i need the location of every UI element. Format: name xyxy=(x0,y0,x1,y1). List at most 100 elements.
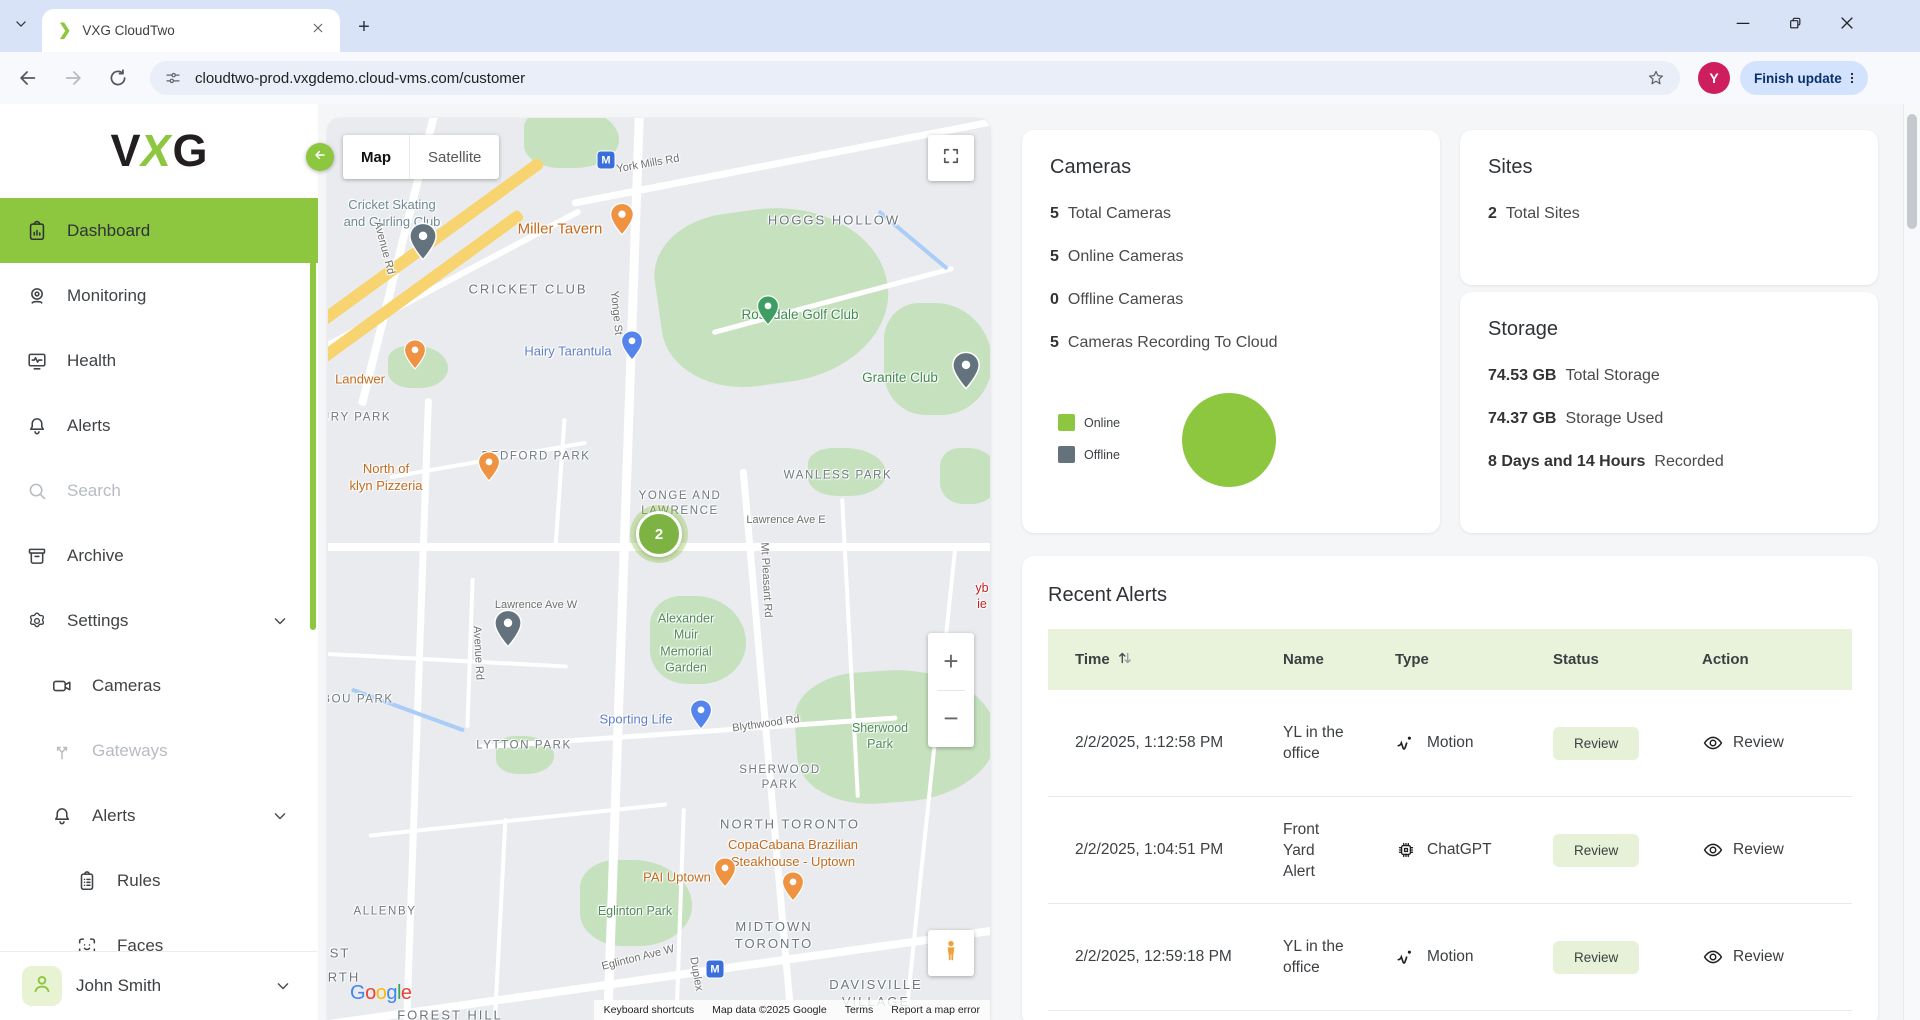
sidebar-item-label: Alerts xyxy=(67,416,110,436)
archive-icon xyxy=(26,545,48,567)
alert-time: 2/2/2025, 1:12:58 PM xyxy=(1048,734,1283,752)
pegman-button[interactable] xyxy=(928,930,974,976)
sidebar-collapse-button[interactable] xyxy=(306,143,334,171)
sidebar-item-archive[interactable]: Archive xyxy=(0,523,318,588)
storage-stat: 8 Days and 14 HoursRecorded xyxy=(1488,451,1850,473)
dashboard-icon xyxy=(26,220,48,242)
map-attribution-link[interactable]: Report a map error xyxy=(891,1004,980,1016)
map-pin-icon[interactable] xyxy=(756,295,780,326)
sidebar-item-gateways[interactable]: Gateways xyxy=(0,718,318,783)
page-scrollbar-thumb[interactable] xyxy=(1907,114,1917,229)
metro-station-icon[interactable]: M xyxy=(706,960,725,979)
browser-tab[interactable]: ❯ VXG CloudTwo xyxy=(42,9,340,52)
chevron-down-icon[interactable] xyxy=(270,806,290,826)
bell-icon xyxy=(26,415,48,437)
profile-avatar[interactable]: Y xyxy=(1698,62,1730,94)
map-label: ST xyxy=(330,946,351,963)
alert-action[interactable]: Review xyxy=(1702,732,1852,754)
page-scrollbar[interactable] xyxy=(1903,104,1920,1020)
map-pin-icon[interactable] xyxy=(609,202,635,236)
window-minimize-button[interactable] xyxy=(1719,0,1767,50)
sort-icon[interactable] xyxy=(1116,649,1134,671)
map-pin-icon[interactable] xyxy=(713,857,737,888)
camera-cluster-marker[interactable]: 2 xyxy=(636,511,682,557)
tab-close-icon[interactable] xyxy=(308,21,328,41)
address-bar[interactable]: cloudtwo-prod.vxgdemo.cloud-vms.com/cust… xyxy=(150,61,1680,95)
back-button[interactable] xyxy=(17,67,39,89)
sidebar: VXG DashboardMonitoringHealthAlertsSearc… xyxy=(0,104,319,1020)
map-pin-icon[interactable] xyxy=(620,330,644,361)
window-close-button[interactable] xyxy=(1823,0,1871,50)
map-pin-icon[interactable] xyxy=(951,351,981,390)
chevron-down-icon xyxy=(273,976,293,996)
legend-item-online: Online xyxy=(1058,414,1120,431)
site-info-icon[interactable] xyxy=(164,69,182,87)
map-pin-icon[interactable] xyxy=(689,699,713,730)
satellite-button[interactable]: Satellite xyxy=(409,135,499,179)
reload-button[interactable] xyxy=(107,67,129,89)
sidebar-scrollbar-thumb[interactable] xyxy=(310,200,316,630)
storage-card-title: Storage xyxy=(1488,318,1850,341)
new-tab-button[interactable]: + xyxy=(352,15,376,39)
legend-swatch xyxy=(1058,446,1075,463)
finish-update-label: Finish update xyxy=(1754,71,1844,86)
zoom-out-button[interactable]: − xyxy=(928,691,974,748)
motion-icon xyxy=(1395,946,1417,968)
user-menu[interactable]: John Smith xyxy=(0,951,317,1020)
sidebar-item-search[interactable]: Search xyxy=(0,458,318,523)
alert-row: 2/2/2025, 1:12:58 PMYL in the officeMoti… xyxy=(1048,690,1852,797)
sidebar-item-label: Health xyxy=(67,351,116,371)
alert-name-text: Front Yard Alert xyxy=(1283,819,1349,882)
forward-button[interactable] xyxy=(62,67,84,89)
alert-type: Motion xyxy=(1395,946,1553,968)
metro-station-icon[interactable]: M xyxy=(597,151,616,170)
map-pin-icon[interactable] xyxy=(781,871,805,902)
recent-alerts-title: Recent Alerts xyxy=(1048,584,1852,607)
sidebar-item-faces[interactable]: Faces xyxy=(0,913,318,952)
google-logo: Google xyxy=(350,982,412,1005)
rules-icon xyxy=(76,870,98,892)
zoom-in-button[interactable]: + xyxy=(928,633,974,690)
map-button[interactable]: Map xyxy=(343,135,409,179)
window-restore-button[interactable] xyxy=(1771,0,1819,50)
review-button[interactable]: Review xyxy=(1553,727,1639,760)
sidebar-item-health[interactable]: Health xyxy=(0,328,318,393)
browser-menu-icon[interactable] xyxy=(1844,69,1860,87)
review-button[interactable]: Review xyxy=(1553,834,1639,867)
chevron-down-icon[interactable] xyxy=(270,611,290,631)
review-button[interactable]: Review xyxy=(1553,941,1639,974)
alert-time: 2/2/2025, 12:59:18 PM xyxy=(1048,948,1283,966)
sidebar-item-label: Alerts xyxy=(92,806,135,826)
camera-icon xyxy=(51,675,73,697)
sidebar-item-label: Dashboard xyxy=(67,221,150,241)
sidebar-item-cameras[interactable]: Cameras xyxy=(0,653,318,718)
arrow-left-icon xyxy=(312,147,328,168)
map-pin-icon[interactable] xyxy=(477,451,501,482)
alerts-table-header: TimeNameTypeStatusAction xyxy=(1048,629,1852,690)
map-pin-icon[interactable] xyxy=(403,339,427,370)
sidebar-item-monitoring[interactable]: Monitoring xyxy=(0,263,318,328)
tab-title: VXG CloudTwo xyxy=(82,23,308,38)
sidebar-item-settings[interactable]: Settings xyxy=(0,588,318,653)
map-pin-icon[interactable] xyxy=(408,222,438,261)
sidebar-item-rules[interactable]: Rules xyxy=(0,848,318,913)
sidebar-item-dashboard[interactable]: Dashboard xyxy=(0,198,318,263)
map-pin-icon[interactable] xyxy=(493,609,523,648)
alert-action[interactable]: Review xyxy=(1702,946,1852,968)
sidebar-item-alerts[interactable]: Alerts xyxy=(0,393,318,458)
monitoring-icon xyxy=(26,285,48,307)
map-attribution-link[interactable]: Terms xyxy=(845,1004,874,1016)
tab-search-button[interactable] xyxy=(8,13,34,39)
map-label: FOREST HILL xyxy=(397,1008,503,1020)
map-fullscreen-button[interactable] xyxy=(928,135,974,181)
cameras-stat: 5Online Cameras xyxy=(1050,246,1412,268)
alert-action[interactable]: Review xyxy=(1702,839,1852,861)
finish-update-button[interactable]: Finish update xyxy=(1740,61,1868,95)
column-header-time[interactable]: Time xyxy=(1048,649,1283,671)
map-attribution-link[interactable]: Keyboard shortcuts xyxy=(604,1004,694,1016)
chevron-down-icon xyxy=(14,17,28,36)
map-canvas[interactable]: Cricket Skating and Curling ClubMiller T… xyxy=(328,118,990,1020)
sidebar-item-alerts[interactable]: Alerts xyxy=(0,783,318,848)
browser-tabstrip: ❯ VXG CloudTwo + xyxy=(0,0,1920,52)
bookmark-star-icon[interactable] xyxy=(1646,68,1666,88)
